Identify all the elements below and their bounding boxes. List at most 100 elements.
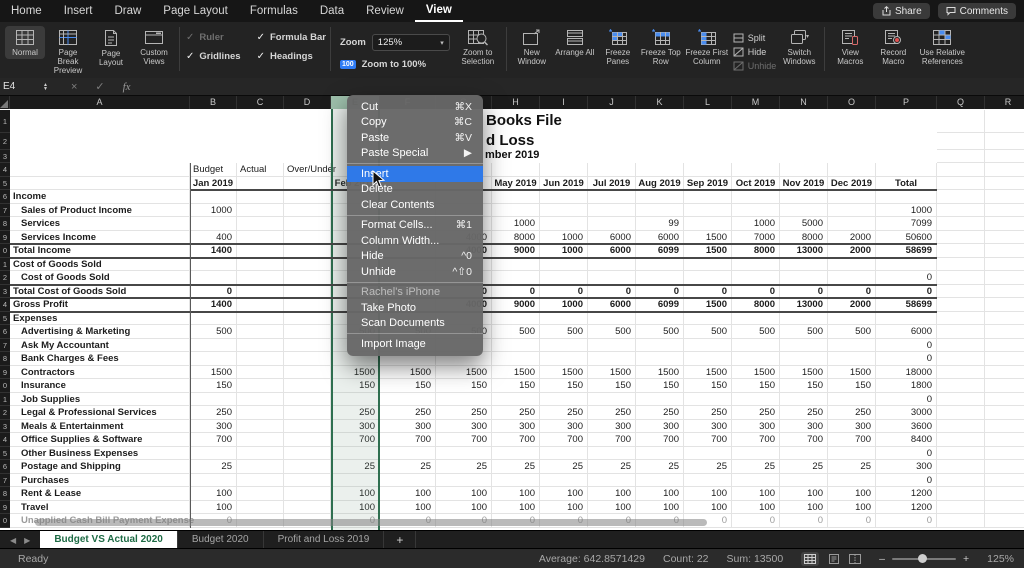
- row-label[interactable]: Gross Profit: [10, 298, 190, 312]
- cell[interactable]: [284, 433, 331, 447]
- cell[interactable]: 500: [190, 325, 237, 339]
- use-relative-references-button[interactable]: Use Relative References: [916, 26, 968, 68]
- cell[interactable]: [828, 163, 876, 177]
- cell[interactable]: 7099: [876, 217, 937, 231]
- cell[interactable]: [237, 406, 284, 420]
- row-header-24[interactable]: 4: [0, 433, 10, 447]
- cell[interactable]: [588, 338, 636, 352]
- cell[interactable]: 300: [331, 419, 380, 433]
- column-header-A[interactable]: A: [10, 95, 190, 109]
- cell[interactable]: [540, 352, 588, 366]
- cell[interactable]: [985, 271, 1024, 285]
- row-label[interactable]: Total Income: [10, 244, 190, 258]
- row-label[interactable]: Purchases: [10, 473, 190, 487]
- cell[interactable]: 25: [780, 460, 828, 474]
- cell[interactable]: [684, 446, 732, 460]
- cell[interactable]: [937, 433, 985, 447]
- cell[interactable]: 25: [828, 460, 876, 474]
- cell[interactable]: May 2019: [492, 176, 540, 190]
- cell[interactable]: 300: [436, 419, 492, 433]
- page-layout-view-toggle[interactable]: [828, 553, 840, 564]
- cell[interactable]: 250: [636, 406, 684, 420]
- cell[interactable]: 6000: [588, 230, 636, 244]
- row-header-12[interactable]: 2: [0, 271, 10, 285]
- row-header-8[interactable]: 8: [0, 217, 10, 231]
- cell[interactable]: 100: [684, 487, 732, 501]
- cell[interactable]: 25: [540, 460, 588, 474]
- cell[interactable]: [684, 163, 732, 177]
- cell[interactable]: 250: [492, 406, 540, 420]
- cell[interactable]: [284, 244, 331, 258]
- zoom-to-selection-button[interactable]: Zoom to Selection: [455, 26, 501, 68]
- cell[interactable]: 6000: [636, 230, 684, 244]
- cell[interactable]: 25: [732, 460, 780, 474]
- cell[interactable]: 8000: [732, 298, 780, 312]
- cell[interactable]: [937, 284, 985, 298]
- cell[interactable]: 1500: [492, 365, 540, 379]
- cell[interactable]: 25: [380, 460, 436, 474]
- row-header-29[interactable]: 9: [0, 500, 10, 514]
- cell[interactable]: [540, 271, 588, 285]
- cell[interactable]: [190, 257, 237, 271]
- zoom-slider[interactable]: – +: [879, 553, 969, 565]
- cell[interactable]: [331, 446, 380, 460]
- cell[interactable]: [588, 190, 636, 204]
- cell[interactable]: 7000: [732, 230, 780, 244]
- cell[interactable]: [985, 133, 1024, 150]
- cell[interactable]: 150: [436, 379, 492, 393]
- cell[interactable]: 150: [828, 379, 876, 393]
- cell[interactable]: [492, 190, 540, 204]
- cell[interactable]: 100: [684, 500, 732, 514]
- cell[interactable]: 150: [492, 379, 540, 393]
- row-label[interactable]: Sales of Product Income: [10, 203, 190, 217]
- column-header-O[interactable]: O: [828, 95, 876, 109]
- cell[interactable]: 50600: [876, 230, 937, 244]
- cell[interactable]: 1000: [540, 298, 588, 312]
- select-all-corner[interactable]: [0, 95, 10, 109]
- cell[interactable]: [937, 365, 985, 379]
- row-header-19[interactable]: 9: [0, 365, 10, 379]
- view-macros-button[interactable]: View Macros: [830, 26, 870, 68]
- cell[interactable]: [937, 419, 985, 433]
- cell[interactable]: [237, 284, 284, 298]
- row-label[interactable]: Services Income: [10, 230, 190, 244]
- cell[interactable]: [985, 447, 1024, 460]
- cell[interactable]: [937, 406, 985, 420]
- cell[interactable]: [284, 365, 331, 379]
- cell[interactable]: 0: [780, 284, 828, 298]
- cell[interactable]: [937, 298, 985, 312]
- cell[interactable]: 300: [380, 419, 436, 433]
- cell[interactable]: 100: [732, 500, 780, 514]
- cell[interactable]: [492, 392, 540, 406]
- cell[interactable]: [780, 190, 828, 204]
- cell[interactable]: 100: [636, 487, 684, 501]
- new-window-button[interactable]: New Window: [512, 26, 552, 68]
- cell[interactable]: [937, 163, 985, 177]
- ribbon-tab-draw[interactable]: Draw: [103, 0, 152, 22]
- cell[interactable]: 3000: [876, 406, 937, 420]
- cell[interactable]: [985, 150, 1024, 163]
- cell[interactable]: 150: [780, 379, 828, 393]
- row-header-28[interactable]: 8: [0, 487, 10, 501]
- cell[interactable]: [237, 500, 284, 514]
- cell[interactable]: [588, 217, 636, 231]
- cell[interactable]: 8000: [780, 230, 828, 244]
- cell[interactable]: [828, 271, 876, 285]
- cell[interactable]: 250: [732, 406, 780, 420]
- cell[interactable]: [588, 163, 636, 177]
- cell[interactable]: [636, 352, 684, 366]
- column-header-L[interactable]: L: [684, 95, 732, 109]
- row-header-15[interactable]: 5: [0, 311, 10, 325]
- cell[interactable]: [284, 217, 331, 231]
- row-header-6[interactable]: 6: [0, 190, 10, 204]
- cell[interactable]: [380, 446, 436, 460]
- cell[interactable]: 250: [540, 406, 588, 420]
- cell[interactable]: 700: [588, 433, 636, 447]
- cell[interactable]: 700: [380, 433, 436, 447]
- cell[interactable]: [237, 392, 284, 406]
- cell[interactable]: [492, 163, 540, 177]
- cell[interactable]: Total: [876, 176, 937, 190]
- cell[interactable]: [780, 338, 828, 352]
- cell[interactable]: 0: [732, 514, 780, 528]
- cell[interactable]: [732, 352, 780, 366]
